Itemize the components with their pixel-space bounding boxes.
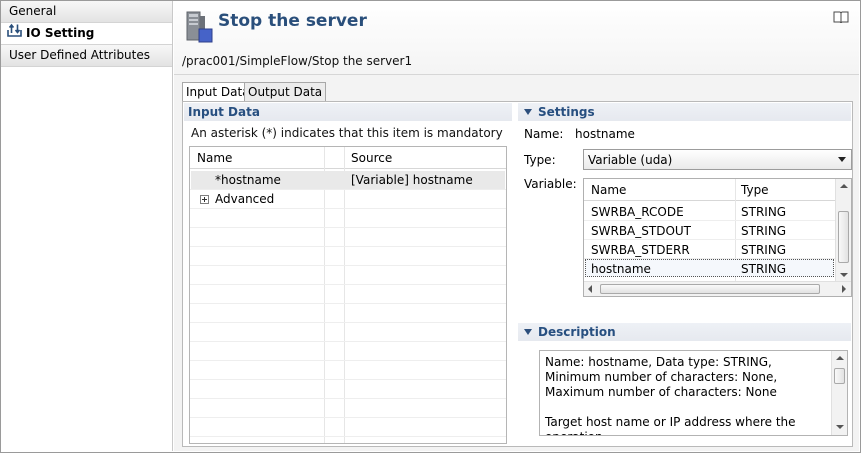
column-header-source[interactable]: Source: [351, 151, 392, 165]
variable-name-cell[interactable]: SWRBA_STDOUT: [591, 224, 691, 238]
variable-name-cell[interactable]: hostname: [591, 262, 651, 276]
main-panel: Stop the server /prac001/SimpleFlow/Stop…: [174, 1, 859, 451]
name-label: Name:: [524, 127, 564, 141]
row-divider: [190, 208, 506, 209]
mandatory-note: An asterisk (*) indicates that this item…: [191, 126, 503, 140]
variable-type-cell: STRING: [741, 243, 787, 257]
row-divider: [190, 341, 506, 342]
variable-type-cell: STRING: [741, 205, 787, 219]
description-heading-label: Description: [538, 325, 616, 339]
input-source-cell: [Variable] hostname: [351, 173, 473, 187]
scroll-down-icon[interactable]: [836, 425, 844, 429]
column-header-type[interactable]: Type: [741, 183, 769, 197]
settings-heading-label: Settings: [538, 105, 595, 119]
tab-output-data[interactable]: Output Data: [244, 82, 327, 102]
scrollbar-thumb[interactable]: [838, 211, 849, 263]
type-dropdown[interactable]: Variable (uda): [583, 149, 852, 170]
tab-label: Output Data: [248, 85, 323, 99]
collapse-triangle-icon: [524, 109, 532, 115]
variable-table[interactable]: Name Type SWRBA_RCODE STRING SWRBA_STDOU…: [583, 178, 852, 297]
input-name-cell: *hostname: [215, 173, 281, 187]
description-heading[interactable]: Description: [518, 323, 851, 341]
row-divider: [190, 284, 506, 285]
expand-plus-icon[interactable]: [200, 195, 209, 204]
scroll-up-icon[interactable]: [836, 356, 844, 360]
variable-type-cell: STRING: [741, 224, 787, 238]
scrollbar-thumb[interactable]: [600, 284, 820, 294]
row-divider: [190, 436, 506, 437]
collapse-triangle-icon: [524, 329, 532, 335]
row-divider: [190, 303, 506, 304]
scroll-down-icon[interactable]: [840, 273, 848, 277]
variable-name-cell[interactable]: SWRBA_STDERR: [591, 243, 690, 257]
column-header-name[interactable]: Name: [591, 183, 626, 197]
row-divider: [190, 322, 506, 323]
row-divider: [584, 220, 835, 221]
vertical-scrollbar[interactable]: [835, 179, 851, 282]
row-divider: [190, 227, 506, 228]
scroll-right-icon[interactable]: [842, 285, 846, 293]
description-box[interactable]: Name: hostname, Data type: STRING, Minim…: [539, 350, 848, 436]
input-data-table[interactable]: Name Source *hostname [Variable] hostnam…: [189, 146, 507, 444]
tab-label: Input Data: [186, 85, 250, 99]
scroll-up-icon[interactable]: [840, 184, 848, 188]
description-text: Name: hostname, Data type: STRING, Minim…: [545, 355, 796, 435]
scrollbar-thumb[interactable]: [834, 368, 845, 384]
row-divider: [190, 398, 506, 399]
row-divider: [190, 360, 506, 361]
left-nav: General IO Setting User Defined Attribut…: [1, 1, 173, 451]
variable-label: Variable:: [524, 177, 577, 191]
chevron-down-icon: [838, 157, 846, 162]
row-divider: [190, 417, 506, 418]
input-data-heading: Input Data: [184, 103, 512, 121]
help-book-icon[interactable]: [833, 11, 849, 24]
input-data-tab-panel: Input Data An asterisk (*) indicates tha…: [182, 101, 853, 447]
page-title: Stop the server: [218, 11, 367, 31]
nav-item-label: General: [9, 4, 57, 18]
header: Stop the server /prac001/SimpleFlow/Stop…: [174, 1, 859, 75]
server-icon: [184, 10, 214, 44]
nav-item-user-defined-attributes[interactable]: User Defined Attributes: [1, 45, 172, 67]
type-dropdown-value: Variable (uda): [588, 153, 673, 167]
name-value: hostname: [575, 127, 635, 141]
variable-name-cell[interactable]: SWRBA_RCODE: [591, 205, 684, 219]
variable-type-cell: STRING: [741, 262, 787, 276]
type-label: Type:: [524, 153, 556, 167]
advanced-row-label[interactable]: Advanced: [215, 192, 274, 206]
row-divider: [190, 265, 506, 266]
nav-item-label: User Defined Attributes: [9, 48, 151, 62]
nav-item-general[interactable]: General: [1, 1, 172, 23]
nav-item-io-setting[interactable]: IO Setting: [1, 23, 172, 45]
row-divider: [190, 246, 506, 247]
horizontal-scrollbar[interactable]: [584, 281, 851, 296]
column-header-name[interactable]: Name: [197, 151, 232, 165]
settings-heading[interactable]: Settings: [518, 103, 851, 121]
vertical-scrollbar[interactable]: [831, 351, 847, 435]
nav-item-label: IO Setting: [26, 26, 95, 40]
row-divider: [190, 189, 506, 190]
row-divider: [584, 239, 835, 240]
tab-input-data[interactable]: Input Data: [182, 82, 254, 102]
scroll-left-icon[interactable]: [588, 285, 592, 293]
row-divider: [190, 379, 506, 380]
io-setting-icon: [7, 23, 22, 44]
breadcrumb: /prac001/SimpleFlow/Stop the server1: [182, 54, 413, 68]
table-header: Name Type: [584, 179, 835, 201]
table-header: Name Source: [190, 147, 506, 169]
